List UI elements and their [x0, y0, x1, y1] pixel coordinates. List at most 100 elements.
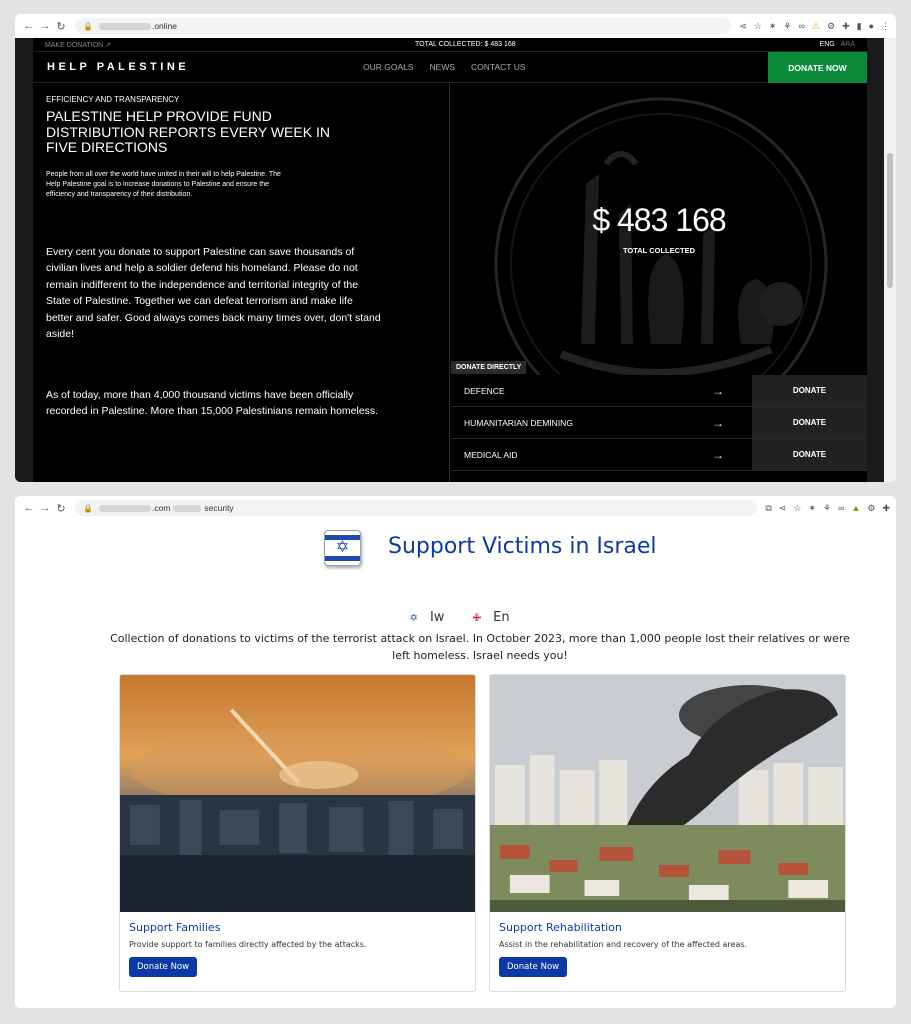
- israel-flag-icon: ✡: [409, 613, 418, 624]
- donate-directly-tag: DONATE DIRECTLY: [451, 361, 527, 374]
- make-donation-link[interactable]: MAKE DONATION ↗: [45, 41, 111, 49]
- victims-paragraph: As of today, more than 4,000 thousand vi…: [46, 388, 379, 418]
- browser-window-help-palestine: ← → ↻ 🔒 .online ⋖ ☆ ✶ ⚘ ∞ ⚠ ⚙ ✚ ▮ ● ⋮ MA…: [15, 14, 896, 482]
- browser-toolbar: ← → ↻ 🔒 .online ⋖ ☆ ✶ ⚘ ∞ ⚠ ⚙ ✚ ▮ ● ⋮: [15, 14, 896, 38]
- israel-donation-page: ✡ Support Victims in Israel ✡ Iw ✙ En Co…: [15, 520, 896, 1008]
- page-headline: PALESTINE HELP PROVIDE FUND DISTRIBUTION…: [46, 108, 330, 155]
- lang-iw-option[interactable]: ✡ Iw: [401, 610, 444, 625]
- puzzle-icon[interactable]: ✚: [882, 503, 890, 514]
- language-switch: ENG · ARA: [820, 41, 855, 48]
- direction-name: MEDICAL AID: [464, 449, 518, 460]
- arrow-right-icon: →: [712, 447, 724, 462]
- extension-icon[interactable]: ∞: [838, 503, 844, 513]
- israel-flag-icon: ✡: [324, 530, 361, 566]
- extension-bar: ⋖ ☆ ✶ ⚘ ∞ ⚠ ⚙ ✚ ▮ ● ⋮: [739, 21, 890, 32]
- extension-icon[interactable]: ⚘: [783, 21, 791, 32]
- translate-icon[interactable]: ⧉: [765, 503, 771, 514]
- donate-button[interactable]: DONATE: [752, 375, 867, 406]
- main-nav: HELP PALESTINE OUR GOALS NEWS CONTACT US…: [33, 52, 867, 83]
- nav-menu: OUR GOALS NEWS CONTACT US: [363, 62, 526, 72]
- kebab-menu-icon[interactable]: ⋮: [881, 21, 890, 32]
- nav-our-goals[interactable]: OUR GOALS: [363, 62, 414, 72]
- extension-icon[interactable]: ⚙: [827, 21, 835, 32]
- profile-icon[interactable]: ●: [869, 21, 874, 31]
- total-collected-ticker: TOTAL COLLECTED: $ 483 168: [414, 41, 516, 48]
- donation-card-rehabilitation: Support Rehabilitation Assist in the reh…: [489, 674, 846, 992]
- site-logo[interactable]: HELP PALESTINE: [33, 61, 363, 73]
- bookmark-star-icon[interactable]: ☆: [754, 21, 762, 32]
- help-palestine-page: MAKE DONATION ↗ TOTAL COLLECTED: $ 483 1…: [15, 38, 884, 482]
- sidepanel-icon[interactable]: ▮: [857, 21, 862, 32]
- forward-icon[interactable]: →: [37, 502, 53, 514]
- page-gutter-left: [15, 38, 33, 482]
- lang-ara[interactable]: ARA: [841, 41, 855, 48]
- page-description: Collection of donations to victims of th…: [110, 632, 850, 662]
- lang-en-label: En: [493, 610, 510, 625]
- direction-row-demining[interactable]: HUMANITARIAN DEMINING → DONATE: [451, 407, 867, 439]
- extension-icon[interactable]: ⚠: [812, 21, 820, 32]
- smoke-over-city-image: [490, 675, 845, 912]
- reload-icon[interactable]: ↻: [53, 20, 69, 33]
- direction-name: HUMANITARIAN DEMINING: [464, 417, 573, 428]
- lock-icon: 🔒: [83, 21, 93, 31]
- puzzle-icon[interactable]: ✚: [842, 21, 850, 32]
- extension-icon[interactable]: ⚘: [823, 503, 831, 514]
- forward-icon[interactable]: →: [37, 20, 53, 32]
- back-icon[interactable]: ←: [21, 20, 37, 32]
- extension-icon[interactable]: ✶: [808, 503, 816, 514]
- donate-button[interactable]: DONATE: [752, 407, 867, 438]
- address-bar[interactable]: 🔒 .online: [75, 18, 732, 34]
- intro-text: People from all over the world have unit…: [46, 170, 281, 198]
- blurred-domain: [98, 22, 151, 30]
- donate-now-button[interactable]: Donate Now: [499, 957, 568, 977]
- donate-button[interactable]: DONATE: [752, 439, 867, 470]
- arrow-right-icon: →: [712, 415, 724, 430]
- extension-icon[interactable]: ⚙: [867, 503, 875, 514]
- lang-iw-label: Iw: [429, 610, 445, 625]
- lang-eng[interactable]: ENG: [820, 41, 835, 48]
- reload-icon[interactable]: ↻: [53, 502, 69, 515]
- nav-news[interactable]: NEWS: [430, 62, 456, 72]
- browser-toolbar: ← → ↻ 🔒 .com security ⧉ ⋖ ☆ ✶ ⚘ ∞ ▲ ⚙ ✚: [15, 496, 896, 520]
- share-icon[interactable]: ⋖: [739, 21, 747, 32]
- uk-flag-icon: ✙: [472, 613, 481, 624]
- appeal-paragraph: Every cent you donate to support Palesti…: [46, 245, 381, 341]
- direction-row-defence[interactable]: DEFENCE → DONATE: [451, 375, 867, 407]
- donate-now-button[interactable]: Donate Now: [129, 957, 198, 977]
- info-column: EFFICIENCY AND TRANSPARENCY PALESTINE HE…: [33, 84, 450, 482]
- lock-icon: 🔒: [83, 503, 93, 513]
- extension-icon[interactable]: ∞: [798, 21, 804, 31]
- card-text: Provide support to families directly aff…: [129, 940, 367, 949]
- scrollbar-thumb[interactable]: [887, 153, 893, 288]
- back-icon[interactable]: ←: [21, 502, 37, 514]
- language-switch: ✡ Iw ✙ En: [15, 610, 896, 625]
- donation-directions-list: DEFENCE → DONATE HUMANITARIAN DEMINING →…: [451, 375, 867, 471]
- donation-card-families: Support Families Provide support to fami…: [119, 674, 476, 992]
- nav-contact-us[interactable]: CONTACT US: [471, 62, 525, 72]
- top-info-bar: MAKE DONATION ↗ TOTAL COLLECTED: $ 483 1…: [33, 38, 867, 52]
- extension-icon[interactable]: ▲: [851, 503, 860, 513]
- blurred-path: [173, 504, 202, 512]
- star-of-david-icon: ✡: [335, 539, 350, 556]
- scrollbar[interactable]: [884, 38, 896, 482]
- donation-column: $ 483 168 TOTAL COLLECTED DONATE DIRECTL…: [451, 84, 867, 482]
- url-suffix: .online: [151, 21, 178, 31]
- url-path-word: security: [204, 503, 234, 513]
- bookmark-star-icon[interactable]: ☆: [793, 503, 801, 514]
- total-amount: $ 483 168: [592, 202, 726, 238]
- card-title: Support Families: [129, 921, 221, 934]
- browser-window-israel: ← → ↻ 🔒 .com security ⧉ ⋖ ☆ ✶ ⚘ ∞ ▲ ⚙ ✚ …: [15, 496, 896, 1008]
- address-bar[interactable]: 🔒 .com security: [75, 500, 758, 516]
- url-domain: .com: [151, 503, 171, 513]
- extension-bar: ⧉ ⋖ ☆ ✶ ⚘ ∞ ▲ ⚙ ✚: [765, 503, 890, 514]
- direction-row-medical[interactable]: MEDICAL AID → DONATE: [451, 439, 867, 471]
- share-icon[interactable]: ⋖: [779, 503, 787, 514]
- card-title: Support Rehabilitation: [499, 921, 622, 934]
- total-amount-label: TOTAL COLLECTED: [622, 246, 696, 255]
- lang-en-option[interactable]: ✙ En: [465, 610, 510, 625]
- direction-name: DEFENCE: [464, 385, 505, 396]
- rocket-launch-image: [120, 675, 475, 912]
- arrow-right-icon: →: [712, 383, 724, 398]
- extension-icon[interactable]: ✶: [769, 21, 777, 32]
- donate-now-button[interactable]: DONATE NOW: [768, 52, 867, 83]
